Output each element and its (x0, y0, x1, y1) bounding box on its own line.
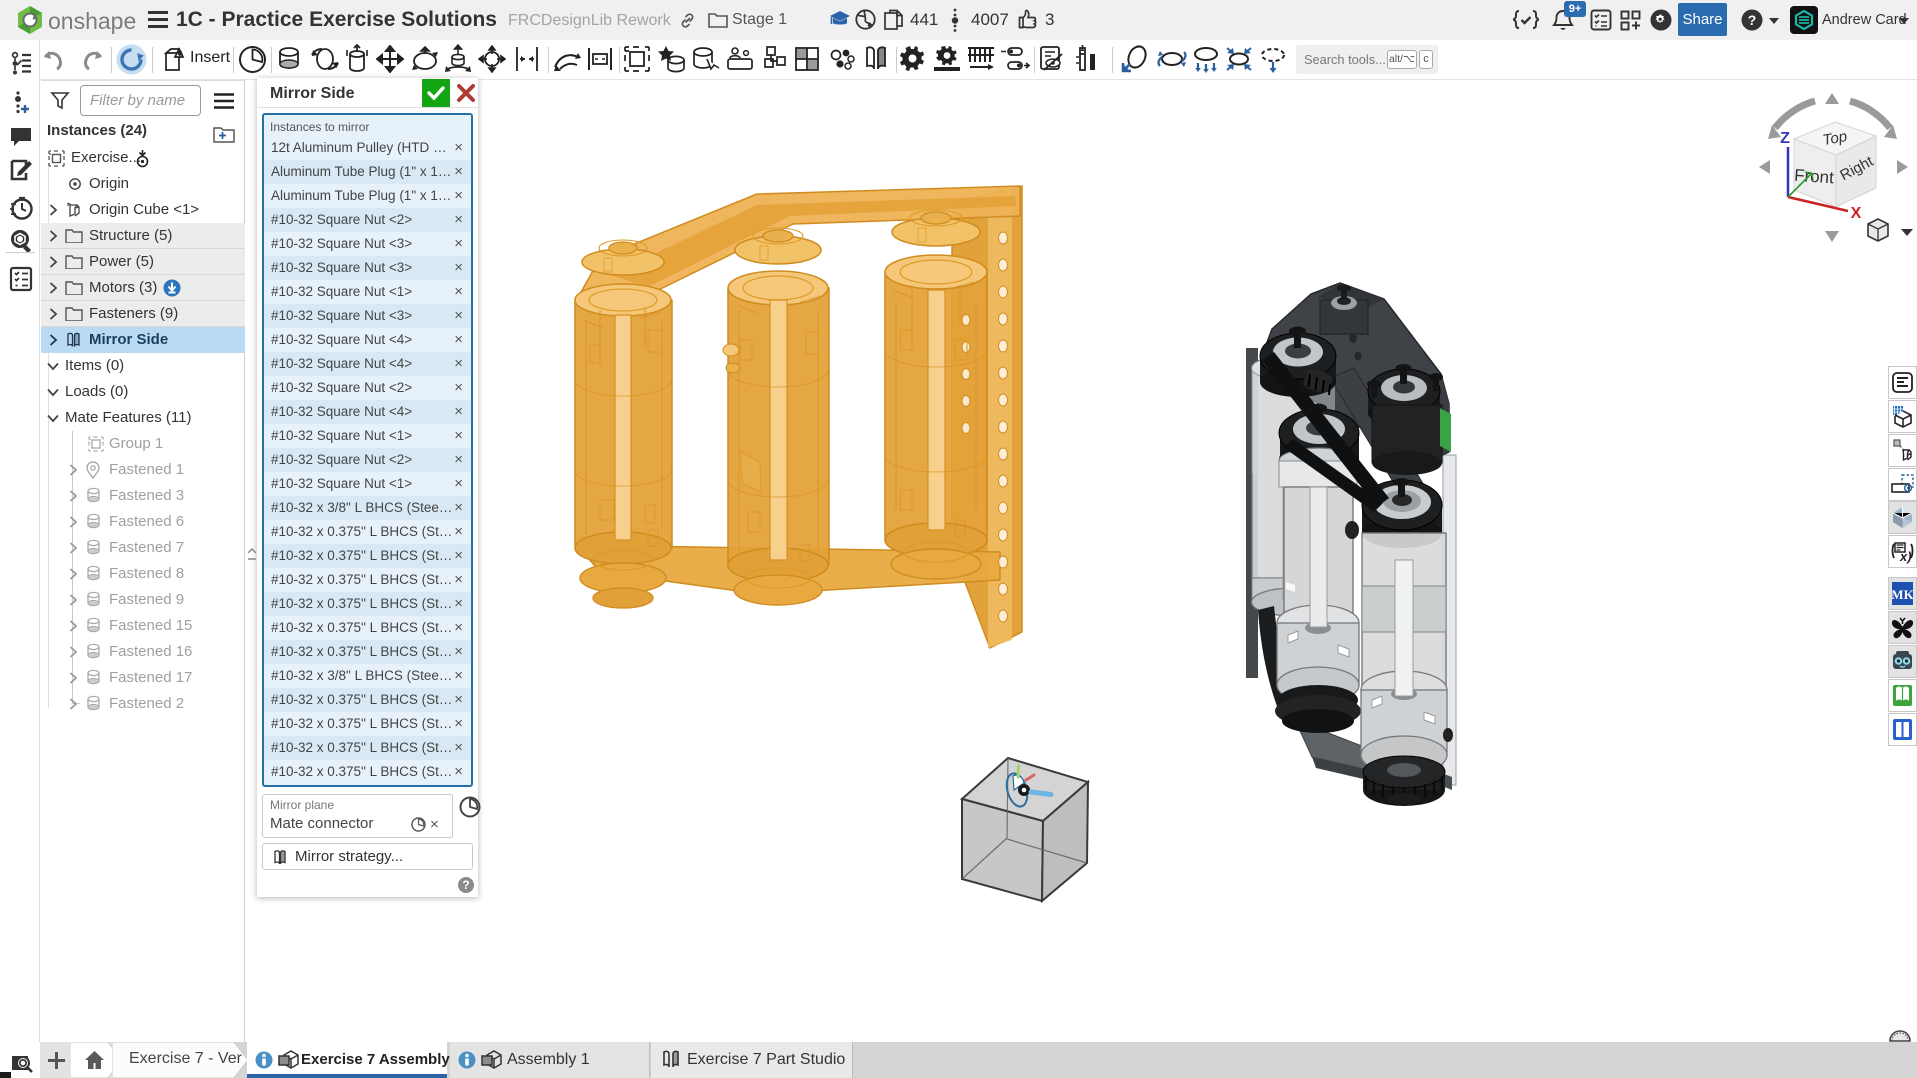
svg-text:Z: Z (1780, 130, 1790, 147)
svg-text:X: X (1851, 205, 1862, 222)
svg-text:MK: MK (1891, 587, 1914, 602)
svg-text:x): x) (1899, 549, 1912, 564)
